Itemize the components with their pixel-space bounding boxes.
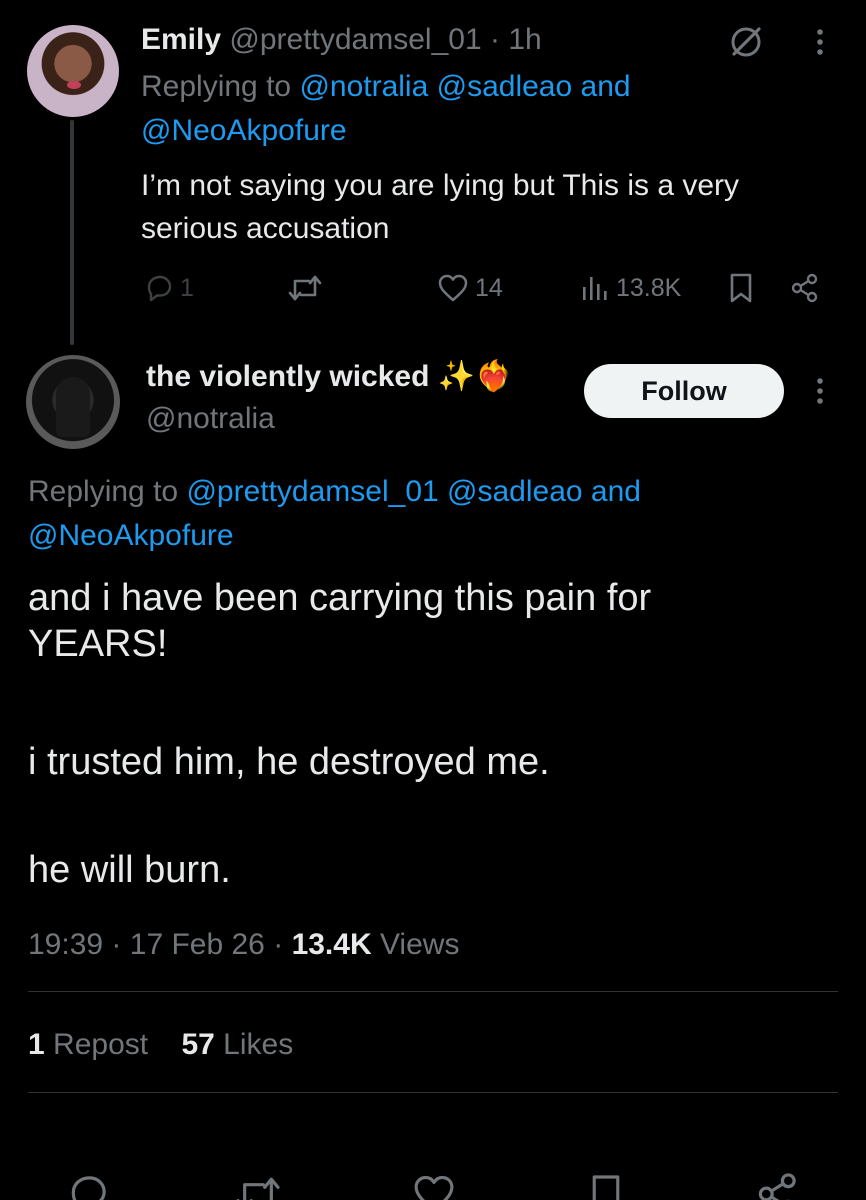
like-icon [414,1175,454,1200]
tweet-meta: 19:39 · 17 Feb 26 · 13.4K Views [28,925,459,965]
author-name[interactable]: the violently wicked ✨❤️‍🔥 [146,359,512,395]
bookmark-button[interactable] [582,1170,630,1200]
separator-dot: · [489,23,500,56]
reply-button[interactable] [64,1170,112,1200]
avatar[interactable] [26,355,120,449]
mentioned-users[interactable]: @notralia @sadleao [299,70,572,103]
more-icon[interactable] [800,22,840,62]
reply-count: 1 [180,273,194,302]
tweet-text-line: YEARS! [28,623,168,665]
separator-dot: · [111,928,122,961]
views-icon [583,277,607,300]
reply-header: Emily @prettydamsel_01 · 1h [141,22,542,58]
repost-icon [288,275,322,301]
bookmark-icon [730,273,752,303]
share-icon [758,1173,796,1200]
replying-to: Replying to @notralia @sadleao and [141,67,631,107]
tweet-text-paragraph: he will burn. [28,849,231,891]
grok-icon[interactable] [726,22,766,62]
replying-and: and [590,475,641,508]
replying-prefix: Replying to [28,475,179,508]
mentioned-user[interactable]: @NeoAkpofure [28,514,828,558]
reply-icon [71,1176,106,1200]
reposts-label: Repost [53,1028,149,1061]
author-name-text: the violently wicked [146,360,430,393]
share-button[interactable] [754,1170,802,1200]
engagement-stats: 1 Repost 57 Likes [28,1025,293,1065]
mentioned-user[interactable]: @NeoAkpofure [141,111,347,151]
tweet-text-line: serious accusation [141,212,390,245]
view-count: 13.8K [616,273,682,302]
tweet-text-line: I’m not saying you are lying but This is… [141,169,740,202]
likes-label: Likes [223,1028,294,1061]
divider [28,991,838,992]
like-icon [438,274,468,302]
separator-dot: · [273,928,284,961]
avatar[interactable] [27,25,119,117]
repost-icon [236,1177,280,1200]
main-tweet: the violently wicked ✨❤️‍🔥 @notralia Fol… [0,345,866,1200]
repost-button[interactable] [234,1170,282,1200]
tweet-detail-page: Emily @prettydamsel_01 · 1h Replying to … [0,0,866,1200]
post-time[interactable]: 19:39 [28,928,103,961]
replying-prefix: Replying to [141,70,292,103]
bookmark-icon [592,1175,620,1200]
post-date[interactable]: 17 Feb 26 [130,928,265,961]
author-handle[interactable]: @notralia [146,401,275,437]
tweet-text-paragraph: i trusted him, he destroyed me. [28,741,550,783]
reposts-count: 1 [28,1028,45,1061]
share-button[interactable] [790,270,820,306]
reply-tweet[interactable]: Emily @prettydamsel_01 · 1h Replying to … [0,0,866,345]
replying-and: and [580,70,631,103]
share-icon [791,273,818,303]
reposts-stat[interactable]: 1 Repost [28,1028,156,1061]
likes-count: 57 [181,1028,215,1061]
divider [28,1092,838,1093]
tweet-text: I’m not saying you are lying but This is… [141,164,841,250]
author-name[interactable]: Emily [141,23,221,56]
reply-button[interactable]: 1 [144,270,194,306]
views-label: Views [379,928,460,961]
name-emoji: ✨❤️‍🔥 [437,360,513,393]
views-count: 13.4K [291,928,372,961]
like-count: 14 [475,273,503,302]
like-button[interactable] [410,1170,458,1200]
repost-button[interactable] [287,270,323,306]
likes-stat[interactable]: 57 Likes [181,1028,293,1061]
replying-to: Replying to @prettydamsel_01 @sadleao an… [28,470,828,558]
follow-button[interactable]: Follow [584,364,784,418]
like-button[interactable]: 14 [437,270,503,306]
author-handle[interactable]: @prettydamsel_01 [229,23,481,56]
post-time[interactable]: 1h [508,23,541,56]
views-button[interactable]: 13.8K [580,270,681,306]
tweet-text-line: and i have been carrying this pain for [28,577,652,619]
more-icon[interactable] [800,371,840,411]
tweet-text-paragraph: and i have been carrying this pain for Y… [28,575,651,667]
reply-icon [147,275,172,302]
mentioned-users[interactable]: @prettydamsel_01 @sadleao [186,475,582,508]
bookmark-button[interactable] [728,270,754,306]
